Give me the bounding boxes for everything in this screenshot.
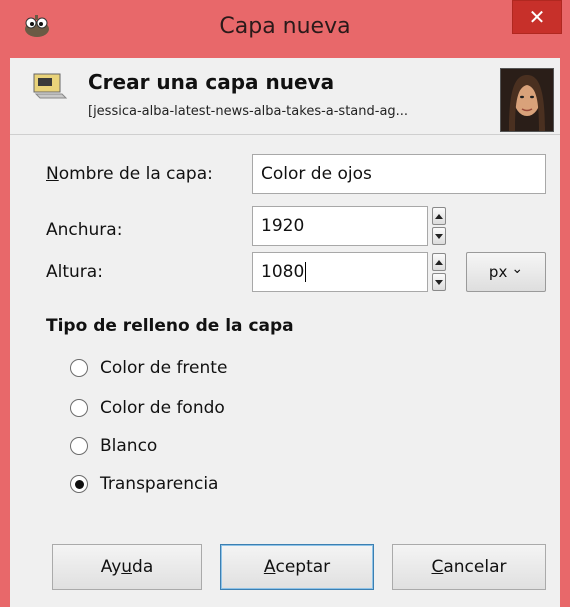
radio-button[interactable] [70, 359, 88, 377]
new-layer-icon [33, 73, 68, 99]
layer-name-input[interactable]: Color de ojos [252, 154, 546, 194]
header-title: Crear una capa nueva [88, 70, 335, 94]
spin-down-icon[interactable] [432, 273, 446, 291]
dialog-header: Crear una capa nueva [jessica-alba-lates… [10, 58, 560, 134]
radio-button-selected[interactable] [70, 475, 88, 493]
height-input[interactable]: 1080 [252, 252, 428, 292]
radio-button[interactable] [70, 399, 88, 417]
radio-foreground-color[interactable]: Color de frente [70, 356, 227, 380]
close-button[interactable]: ✕ [512, 0, 562, 34]
radio-transparency[interactable]: Transparencia [70, 472, 218, 496]
header-subtitle: [jessica-alba-latest-news-alba-takes-a-s… [88, 104, 409, 119]
radio-background-color[interactable]: Color de fondo [70, 396, 225, 420]
radio-white[interactable]: Blanco [70, 434, 157, 458]
cancel-button[interactable]: Cancelar [392, 544, 546, 590]
layer-name-label: Nombre de la capa: [46, 164, 213, 184]
chevron-down-icon: ⌄ [511, 261, 524, 277]
portrait-image [501, 69, 553, 131]
height-label: Altura: [46, 262, 103, 282]
ok-button[interactable]: Aceptar [220, 544, 374, 590]
dialog-client-area: Crear una capa nueva [jessica-alba-lates… [10, 58, 560, 607]
spin-up-icon[interactable] [432, 207, 446, 225]
text-cursor [305, 262, 307, 282]
width-label: Anchura: [46, 220, 123, 240]
height-spinner[interactable] [432, 253, 446, 291]
width-input[interactable]: 1920 [252, 206, 428, 246]
radio-button[interactable] [70, 437, 88, 455]
width-spinner[interactable] [432, 207, 446, 245]
window-title: Capa nueva [219, 14, 351, 39]
image-thumbnail [500, 68, 554, 132]
title-bar[interactable]: Capa nueva ✕ [0, 0, 570, 58]
fill-type-title: Tipo de relleno de la capa [46, 316, 294, 336]
unit-value: px [488, 263, 508, 281]
help-button[interactable]: Ay u da [52, 544, 202, 590]
spin-down-icon[interactable] [432, 227, 446, 245]
unit-dropdown[interactable]: px ⌄ [466, 252, 546, 292]
new-layer-dialog: Capa nueva ✕ Crear una capa nueva [jessi… [0, 0, 570, 607]
header-separator [10, 134, 560, 135]
spin-up-icon[interactable] [432, 253, 446, 271]
